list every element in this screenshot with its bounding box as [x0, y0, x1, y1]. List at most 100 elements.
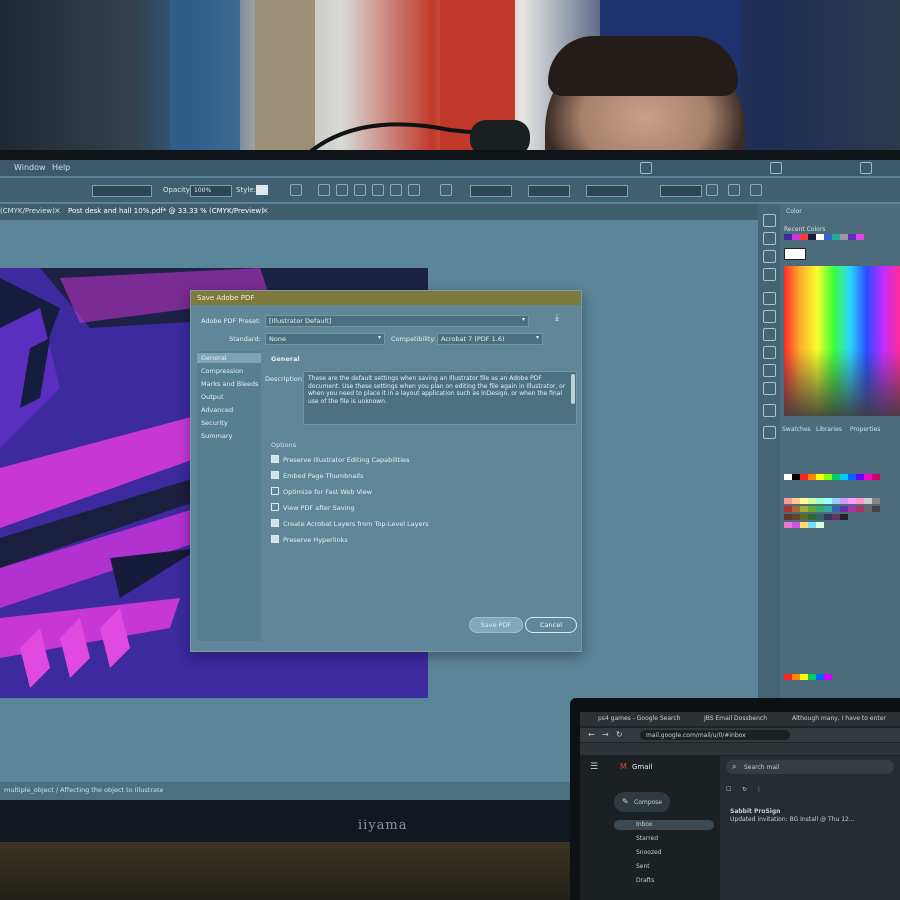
- artboards-panel-icon[interactable]: [763, 382, 776, 395]
- align-right-icon[interactable]: [354, 184, 366, 196]
- layers-panel-icon[interactable]: [763, 364, 776, 377]
- option-embed-thumbnails[interactable]: Embed Page Thumbnails: [271, 471, 363, 480]
- style-swatch[interactable]: [256, 185, 268, 195]
- opacity-input[interactable]: 100%: [190, 185, 232, 197]
- nav-starred[interactable]: Starred: [636, 835, 658, 842]
- share-icon[interactable]: [640, 162, 652, 174]
- section-marks-bleeds[interactable]: Marks and Bleeds: [201, 380, 259, 388]
- width-field[interactable]: [586, 185, 628, 197]
- section-general[interactable]: General: [201, 354, 227, 362]
- menu-icon[interactable]: ☰: [590, 762, 598, 772]
- section-security[interactable]: Security: [201, 419, 228, 427]
- email-sender[interactable]: Sabbit ProSign: [730, 808, 780, 815]
- opacity-label: Opacity:: [163, 186, 192, 194]
- nav-inbox[interactable]: Inbox: [636, 821, 652, 828]
- scrollbar[interactable]: [571, 374, 575, 404]
- swatches-tab[interactable]: Swatches: [782, 426, 811, 433]
- transform-panel-icon[interactable]: [728, 184, 740, 196]
- option-preserve-hyperlinks[interactable]: Preserve Hyperlinks: [271, 535, 348, 544]
- gmail-main: ⌕ Search mail ☐ ↻ ⋮ Sabbit ProSign Updat…: [720, 756, 900, 900]
- symbols-panel-icon[interactable]: [763, 268, 776, 281]
- swatch-grid-row-6[interactable]: [784, 674, 832, 680]
- search-icon[interactable]: [770, 162, 782, 174]
- url-input[interactable]: mail.google.com/mail/u/0/#inbox: [640, 730, 790, 740]
- x-field[interactable]: [470, 185, 512, 197]
- browser-tab-2[interactable]: JBS Email Dossbench: [704, 715, 767, 722]
- nav-sent[interactable]: Sent: [636, 863, 650, 870]
- transparency-panel-icon[interactable]: [763, 328, 776, 341]
- browser-tab-1[interactable]: ps4 games - Google Search: [598, 715, 680, 722]
- stroke-dropdown[interactable]: [92, 185, 152, 197]
- save-pdf-button[interactable]: Save PDF: [469, 617, 523, 633]
- section-summary[interactable]: Summary: [201, 432, 232, 440]
- height-field[interactable]: [660, 185, 702, 197]
- appearance-panel-icon[interactable]: [763, 346, 776, 359]
- pathfinder-panel-icon[interactable]: [763, 426, 776, 439]
- properties-tab[interactable]: Properties: [850, 426, 880, 433]
- forward-icon[interactable]: →: [602, 730, 609, 739]
- y-field[interactable]: [528, 185, 570, 197]
- option-fast-web-view[interactable]: Optimize for Fast Web View: [271, 487, 372, 496]
- compose-button[interactable]: ✎ Compose: [614, 792, 670, 812]
- swatches-panel-icon[interactable]: [763, 232, 776, 245]
- option-acrobat-layers[interactable]: Create Acrobat Layers from Top-Level Lay…: [271, 519, 429, 528]
- cancel-button[interactable]: Cancel: [525, 617, 577, 633]
- menu-help[interactable]: Help: [52, 163, 70, 172]
- align-middle-icon[interactable]: [390, 184, 402, 196]
- recent-colors-swatches[interactable]: [784, 234, 864, 240]
- section-advanced[interactable]: Advanced: [201, 406, 233, 414]
- window-controls-icon[interactable]: [860, 162, 872, 174]
- select-checkbox[interactable]: ☐: [726, 786, 731, 793]
- stroke-panel-icon[interactable]: [763, 292, 776, 305]
- swatch-grid-row-1[interactable]: [784, 474, 880, 480]
- align-bottom-icon[interactable]: [408, 184, 420, 196]
- fill-stroke-swatch[interactable]: [784, 248, 806, 260]
- search-mail-input[interactable]: ⌕ Search mail: [726, 760, 894, 774]
- compatibility-dropdown[interactable]: Acrobat 7 (PDF 1.6) ▾: [437, 333, 543, 345]
- status-text: multiple_object / Affecting the object t…: [4, 786, 164, 794]
- back-icon[interactable]: ←: [588, 730, 595, 739]
- close-icon[interactable]: ×: [262, 206, 269, 215]
- brushes-panel-icon[interactable]: [763, 250, 776, 263]
- section-output[interactable]: Output: [201, 393, 224, 401]
- align-top-icon[interactable]: [372, 184, 384, 196]
- swatch-grid-row-3[interactable]: [784, 506, 880, 512]
- more-icon[interactable]: ⋮: [756, 786, 762, 793]
- close-icon[interactable]: ×: [54, 206, 61, 215]
- align-center-icon[interactable]: [336, 184, 348, 196]
- chevron-down-icon: ▾: [521, 316, 525, 323]
- email-subject[interactable]: Updated invitation: BG Install @ Thu 12.…: [730, 816, 855, 823]
- option-view-after-saving[interactable]: View PDF after Saving: [271, 503, 355, 512]
- option-preserve-editing[interactable]: Preserve Illustrator Editing Capabilitie…: [271, 455, 409, 464]
- preset-dropdown[interactable]: [Illustrator Default] ▾: [265, 315, 529, 327]
- section-compression[interactable]: Compression: [201, 367, 243, 375]
- links-panel-icon[interactable]: [763, 404, 776, 417]
- swatch-grid-row-5[interactable]: [784, 522, 824, 528]
- color-tab[interactable]: Color: [786, 208, 802, 215]
- gradient-panel-icon[interactable]: [763, 310, 776, 323]
- refresh-icon[interactable]: ↻: [742, 786, 747, 793]
- tab-document-2[interactable]: Post desk and hall 10%.pdf* @ 33.33 % (C…: [68, 207, 264, 215]
- pencil-icon: ✎: [622, 797, 629, 806]
- dialog-titlebar[interactable]: Save Adobe PDF: [191, 291, 581, 305]
- save-preset-icon[interactable]: ⤓: [555, 313, 559, 323]
- align-left-icon[interactable]: [318, 184, 330, 196]
- nav-snoozed[interactable]: Snoozed: [636, 849, 662, 856]
- browser-tab-3[interactable]: Although many, I have to enter: [792, 715, 886, 722]
- address-bar: ← → ↻ mail.google.com/mail/u/0/#inbox: [580, 728, 900, 742]
- swatch-grid-row-2[interactable]: [784, 498, 880, 504]
- recolor-icon[interactable]: [290, 184, 302, 196]
- swatch-grid-row-4[interactable]: [784, 514, 848, 520]
- nav-drafts[interactable]: Drafts: [636, 877, 654, 884]
- more-options-icon[interactable]: [750, 184, 762, 196]
- reload-icon[interactable]: ↻: [616, 730, 623, 739]
- color-spectrum[interactable]: [784, 266, 900, 416]
- color-panel-icon[interactable]: [763, 214, 776, 227]
- menu-window[interactable]: Window: [14, 163, 46, 172]
- libraries-tab[interactable]: Libraries: [816, 426, 842, 433]
- tab-document-1[interactable]: (CMYK/Preview): [0, 207, 55, 215]
- options-heading: Options: [271, 441, 297, 449]
- standard-dropdown[interactable]: None ▾: [265, 333, 385, 345]
- transform-icon[interactable]: [440, 184, 452, 196]
- constrain-icon[interactable]: [706, 184, 718, 196]
